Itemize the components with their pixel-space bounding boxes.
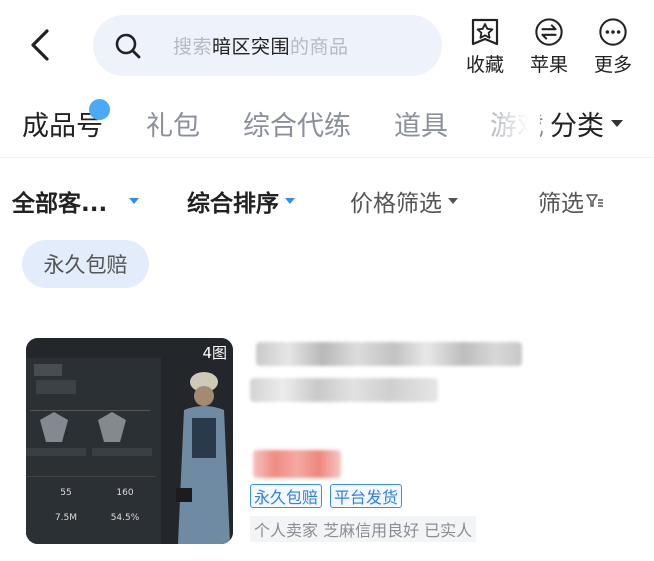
star-bookmark-icon [471, 18, 499, 46]
image-count: 4图 [202, 344, 227, 362]
tab-gift-pack[interactable]: 礼包 [146, 104, 200, 143]
new-badge-dot [89, 99, 110, 120]
search-icon [113, 31, 143, 61]
advanced-filter[interactable]: 筛选 [538, 184, 604, 218]
product-price-blurred [253, 450, 341, 478]
tab-items[interactable]: 道具 [394, 104, 448, 143]
tab-boosting[interactable]: 综合代练 [243, 104, 351, 143]
tag-platform-delivery: 平台发货 [330, 484, 403, 508]
product-subtitle-blurred [250, 378, 438, 402]
game-screenshot: 55 160 7.5M 54.5% [26, 338, 233, 544]
client-filter-label: 全部客... [12, 191, 108, 217]
top-bar: 搜索暗区突围的商品 收藏 苹果 更多 [0, 0, 654, 92]
apple-platform-button[interactable]: 苹果 [523, 17, 575, 77]
caret-down-icon [129, 198, 140, 204]
caret-down-icon [448, 198, 458, 204]
exchange-circle-icon [535, 18, 563, 46]
more-button[interactable]: 更多 [587, 17, 639, 77]
favorite-label: 收藏 [465, 54, 504, 76]
search-keyword: 暗区突围 [212, 36, 291, 58]
chevron-left-icon [31, 29, 49, 61]
price-filter-label: 价格筛选 [350, 191, 442, 217]
sort-filter-label: 综合排序 [187, 191, 279, 217]
favorite-button[interactable]: 收藏 [459, 17, 511, 77]
product-title-blurred [256, 342, 522, 366]
apple-platform-label: 苹果 [529, 54, 568, 76]
seller-info: 个人卖家 芝麻信用良好 已实人 [250, 516, 477, 542]
filter-bar: 全部客... 综合排序 价格筛选 筛选 [0, 170, 654, 228]
more-dots-icon [599, 18, 627, 46]
tag-permanent-compensation: 永久包赔 [250, 484, 323, 508]
caret-down-icon [611, 120, 623, 127]
compensation-chip[interactable]: 永久包赔 [22, 240, 149, 288]
client-filter[interactable]: 全部客... [12, 184, 140, 218]
product-thumbnail[interactable]: 55 160 7.5M 54.5% 4图 [26, 338, 233, 544]
filter-funnel-icon [586, 194, 603, 207]
stat-value: 54.5% [111, 513, 140, 523]
back-button[interactable] [22, 26, 58, 64]
sort-filter[interactable]: 综合排序 [187, 184, 295, 218]
stat-value: 7.5M [55, 513, 77, 523]
advanced-filter-label: 筛选 [538, 191, 584, 217]
more-label: 更多 [593, 54, 632, 76]
category-dropdown-label: 分类 [550, 111, 604, 142]
caret-down-icon [285, 198, 295, 204]
search-placeholder: 搜索暗区突围的商品 [173, 36, 349, 58]
stat-value: 55 [60, 488, 71, 498]
category-dropdown[interactable]: 分类 [550, 104, 623, 143]
divider [0, 157, 654, 158]
tab-scroll-fade [470, 96, 540, 156]
stat-value: 160 [116, 488, 133, 498]
price-filter[interactable]: 价格筛选 [350, 184, 458, 218]
search-input[interactable]: 搜索暗区突围的商品 [93, 15, 442, 76]
